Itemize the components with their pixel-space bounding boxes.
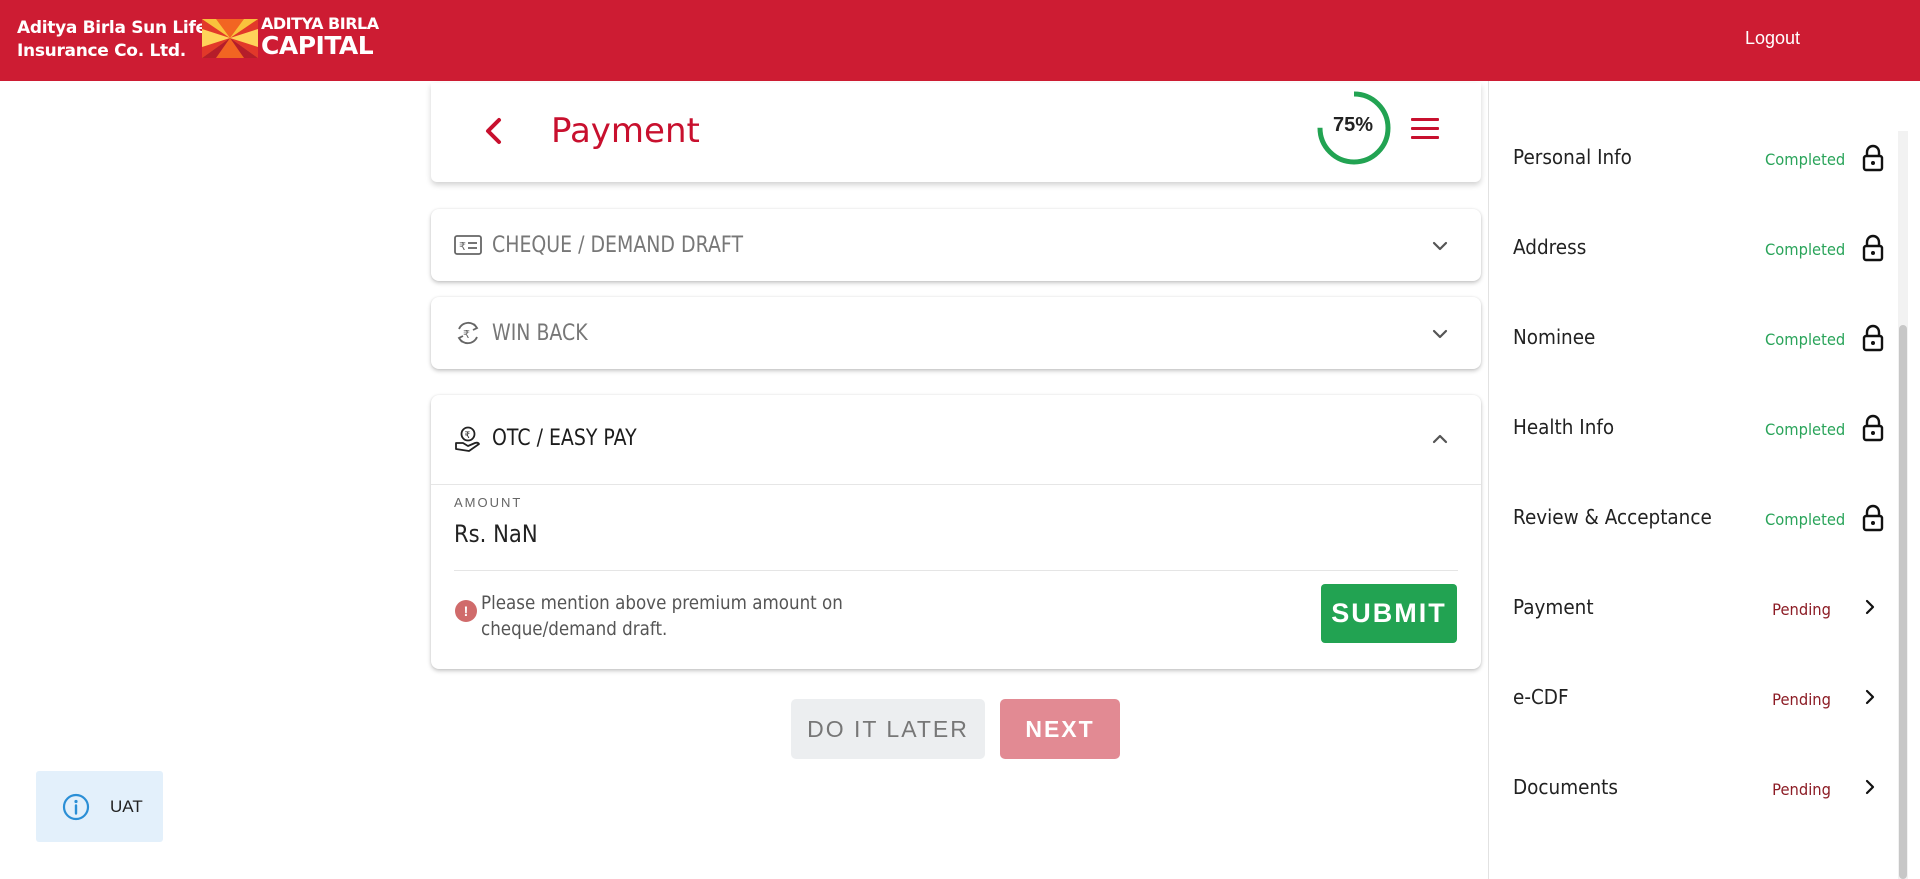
next-button[interactable]: NEXT [1000, 699, 1120, 759]
lock-icon [1862, 504, 1884, 532]
sidebar-item-review-acceptance[interactable]: Review & Acceptance Completed [1489, 493, 1889, 543]
chevron-right-icon [1865, 689, 1875, 705]
accordion-otc-easy-pay-header[interactable]: ₹ OTC / EASY PAY [431, 395, 1481, 485]
aditya-birla-logo-icon [202, 19, 258, 58]
status-badge: Pending [1772, 600, 1831, 619]
accordion-otc-easy-pay-label: OTC / EASY PAY [492, 426, 637, 451]
status-badge: Pending [1772, 690, 1831, 709]
submit-button[interactable]: SUBMIT [1321, 584, 1457, 643]
capital-wordmark: ADITYA BIRLA CAPITAL [261, 14, 379, 60]
hamburger-menu-icon[interactable] [1411, 118, 1439, 142]
status-badge: Completed [1764, 150, 1845, 169]
insurer-name-line1: Aditya Birla Sun Life [17, 18, 207, 38]
lock-icon [1862, 414, 1884, 442]
sidebar-item-label: Address [1513, 235, 1587, 259]
chevron-down-icon [1432, 329, 1448, 339]
chevron-down-icon [1432, 241, 1448, 251]
environment-label: UAT [110, 797, 143, 816]
progress-percentage: 75% [1332, 113, 1374, 136]
svg-text:₹: ₹ [459, 240, 466, 253]
sidebar-item-label: e-CDF [1513, 685, 1569, 709]
info-icon [62, 793, 90, 821]
sidebar-item-label: Documents [1513, 775, 1618, 799]
wordmark-line1: ADITYA BIRLA [261, 14, 379, 33]
logout-button[interactable]: Logout [1745, 28, 1800, 49]
accordion-cheque-dd-label: CHEQUE / DEMAND DRAFT [492, 233, 744, 258]
cheque-icon: ₹ [454, 235, 482, 255]
sidebar-item-health-info[interactable]: Health Info Completed [1489, 403, 1889, 453]
sidebar-item-label: Review & Acceptance [1513, 505, 1712, 529]
sidebar-item-nominee[interactable]: Nominee Completed [1489, 313, 1889, 363]
accordion-cheque-dd-header[interactable]: ₹ CHEQUE / DEMAND DRAFT [431, 209, 1481, 281]
sidebar-item-address[interactable]: Address Completed [1489, 223, 1889, 273]
wordmark-line2: CAPITAL [261, 31, 374, 60]
sidebar-item-personal-info[interactable]: Personal Info Completed [1489, 133, 1889, 183]
sidebar-scrollbar-thumb[interactable] [1899, 325, 1907, 879]
status-badge: Completed [1764, 510, 1845, 529]
chevron-right-icon [1865, 599, 1875, 615]
sidebar-item-label: Personal Info [1513, 145, 1632, 169]
sidebar-item-e-cdf[interactable]: e-CDF Pending [1489, 673, 1889, 723]
accordion-cheque-dd: ₹ CHEQUE / DEMAND DRAFT [431, 209, 1481, 281]
lock-icon [1862, 144, 1884, 172]
sidebar-item-documents[interactable]: Documents Pending [1489, 763, 1889, 813]
status-badge: Completed [1764, 240, 1845, 259]
sidebar-item-label: Health Info [1513, 415, 1615, 439]
hand-coin-icon: ₹ [455, 426, 480, 452]
svg-text:₹: ₹ [465, 431, 471, 441]
top-header: Aditya Birla Sun Life Insurance Co. Ltd.… [0, 0, 1920, 81]
accordion-win-back-header[interactable]: ₹ WIN BACK [431, 297, 1481, 369]
accordion-otc-easy-pay: ₹ OTC / EASY PAY AMOUNT Rs. NaN ! Please… [431, 395, 1481, 669]
page-header-card: Payment 75% [431, 83, 1481, 182]
accordion-win-back: ₹ WIN BACK [431, 297, 1481, 369]
insurer-name-line2: Insurance Co. Ltd. [17, 41, 186, 61]
premium-note: Please mention above premium amount on c… [481, 592, 843, 640]
chevron-up-icon [1432, 434, 1448, 444]
amount-value: Rs. NaN [454, 520, 538, 548]
accordion-win-back-label: WIN BACK [492, 321, 588, 346]
chevron-right-icon [1865, 779, 1875, 795]
page-title: Payment [551, 111, 700, 151]
rupee-refresh-icon: ₹ [457, 321, 479, 345]
alert-icon: ! [455, 600, 477, 622]
insurer-name: Aditya Birla Sun Life Insurance Co. Ltd. [17, 17, 207, 63]
sidebar-item-payment[interactable]: Payment Pending [1489, 583, 1889, 633]
lock-icon [1862, 324, 1884, 352]
lock-icon [1862, 234, 1884, 262]
environment-badge[interactable]: UAT [36, 771, 163, 842]
status-badge: Pending [1772, 780, 1831, 799]
sidebar-item-label: Nominee [1513, 325, 1596, 349]
progress-sidebar: Personal Info Completed Address Complete… [1488, 81, 1900, 879]
svg-text:₹: ₹ [463, 328, 470, 341]
status-badge: Completed [1764, 420, 1845, 439]
sidebar-item-label: Payment [1513, 595, 1594, 619]
status-badge: Completed [1764, 330, 1845, 349]
do-it-later-button[interactable]: DO IT LATER [791, 699, 985, 759]
amount-label: AMOUNT [454, 495, 523, 510]
back-arrow-icon[interactable] [479, 115, 509, 147]
divider [454, 570, 1458, 571]
